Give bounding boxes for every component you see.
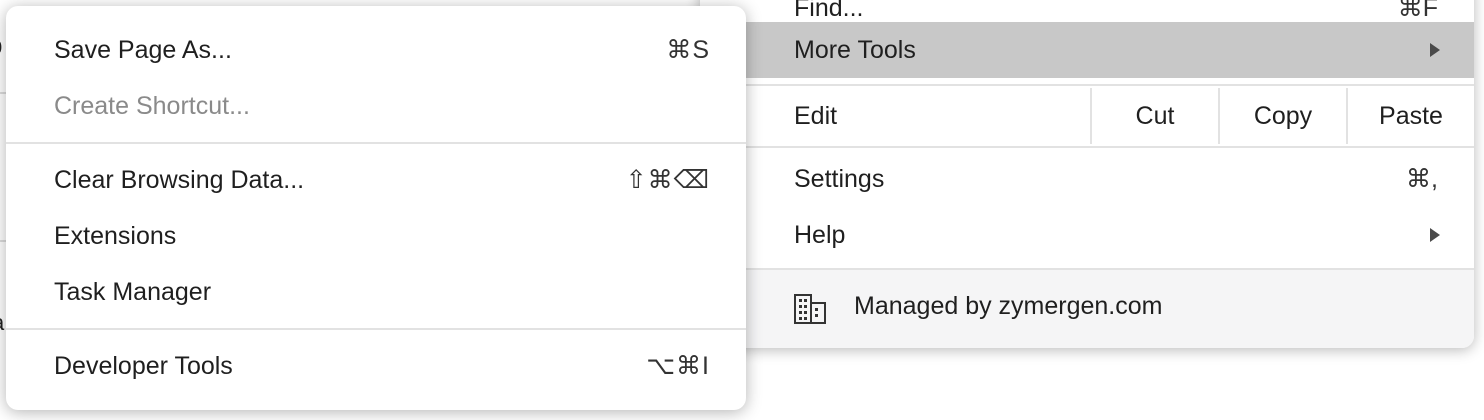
menu-item-label: Create Shortcut... [54,91,250,120]
menu-item-save-page-as[interactable]: Save Page As... ⌘S [6,22,746,78]
menu-item-shortcut: ⌘F [1397,0,1438,22]
menu-item-help[interactable]: Help [700,207,1474,263]
page-text-fragment: a [0,310,4,336]
menu-item-label: Clear Browsing Data... [54,165,305,194]
managed-by-notice[interactable]: Managed by zymergen.com [700,270,1474,348]
copy-button[interactable]: Copy [1218,88,1346,144]
screen: p a Find... ⌘F More Tools Edit Cut Copy … [0,0,1484,420]
menu-item-more-tools[interactable]: More Tools [700,22,1474,78]
menu-item-label: Find... [794,0,864,22]
menu-item-label: Settings [794,164,885,193]
menu-item-edit: Edit Cut Copy Paste [700,88,1474,144]
menu-item-label: Extensions [54,221,177,250]
menu-separator [6,328,746,330]
menu-separator [6,142,746,144]
menu-separator [700,146,1474,148]
menu-item-shortcut: ⌥⌘I [646,352,710,380]
cut-button[interactable]: Cut [1090,88,1218,144]
menu-item-task-manager[interactable]: Task Manager [6,264,746,320]
more-tools-submenu: Save Page As... ⌘S Create Shortcut... Cl… [6,6,746,410]
menu-item-extensions[interactable]: Extensions [6,208,746,264]
menu-item-developer-tools[interactable]: Developer Tools ⌥⌘I [6,338,746,394]
menu-item-label: Help [794,220,846,249]
menu-item-label: Edit [794,102,838,130]
submenu-arrow-icon [1430,43,1440,57]
menu-item-label: Developer Tools [54,351,233,380]
menu-item-clear-browsing-data[interactable]: Clear Browsing Data... ⇧⌘⌫ [6,152,746,208]
submenu-arrow-icon [1430,228,1440,242]
menu-item-settings[interactable]: Settings ⌘, [700,151,1474,207]
menu-item-label: Save Page As... [54,35,232,64]
managed-by-label: Managed by zymergen.com [854,292,1163,320]
page-text-fragment: p [0,30,2,61]
menu-separator [700,84,1474,86]
menu-item-shortcut: ⌘, [1406,165,1438,193]
menu-item-shortcut: ⇧⌘⌫ [625,166,710,194]
building-icon [794,294,826,324]
menu-item-shortcut: ⌘S [666,36,710,64]
chrome-main-menu: Find... ⌘F More Tools Edit Cut Copy Past… [700,0,1474,348]
menu-item-label: Task Manager [54,277,212,306]
menu-item-label: More Tools [794,35,916,64]
paste-button[interactable]: Paste [1346,88,1474,144]
menu-item-create-shortcut: Create Shortcut... [6,78,746,134]
